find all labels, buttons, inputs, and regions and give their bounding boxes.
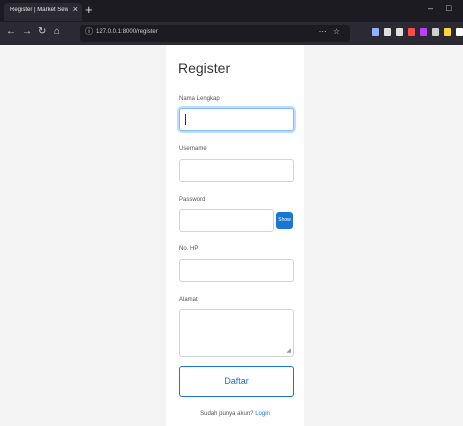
tab-title: Register | Market Sewa — [10, 7, 68, 13]
extension-icon[interactable] — [432, 28, 439, 36]
password-label: Password — [179, 197, 206, 203]
username-input[interactable] — [179, 159, 294, 182]
login-prompt: Sudah punya akun? Login — [166, 411, 304, 417]
password-input[interactable] — [179, 209, 274, 232]
maximize-icon[interactable]: □ — [446, 4, 451, 13]
username-label: Username — [179, 146, 207, 152]
tab-bar: Register | Market Sewa × + – □ — [0, 0, 463, 22]
site-info-icon[interactable]: ⓘ — [85, 28, 93, 36]
extension-icon[interactable] — [456, 28, 463, 36]
reload-icon[interactable]: ↻ — [38, 27, 46, 37]
new-tab-icon[interactable]: + — [85, 3, 93, 16]
home-icon[interactable]: ⌂ — [54, 27, 60, 37]
show-password-button[interactable]: Show — [276, 212, 293, 229]
extension-icon[interactable] — [408, 28, 415, 36]
forward-icon[interactable]: → — [22, 27, 32, 37]
name-label: Nama Lengkap — [179, 96, 220, 102]
minimize-icon[interactable]: – — [428, 4, 433, 13]
phone-label: No. HP — [179, 246, 199, 252]
toolbar-extensions — [372, 28, 463, 36]
login-prompt-text: Sudah punya akun? — [200, 411, 254, 417]
text-caret — [185, 114, 186, 125]
url-text[interactable]: 127.0.0.1:8000/register — [96, 29, 158, 35]
page-viewport: Register Nama Lengkap Username Password … — [0, 45, 463, 426]
navigation-bar: ← → ↻ ⌂ ⓘ 127.0.0.1:8000/register ⋯ ☆ — [0, 22, 463, 45]
phone-input[interactable] — [179, 259, 294, 282]
browser-tab[interactable]: Register | Market Sewa × — [4, 3, 82, 21]
extension-icon[interactable] — [384, 28, 391, 36]
extension-icon[interactable] — [420, 28, 427, 36]
resize-handle-icon[interactable]: ◢ — [286, 348, 291, 354]
address-label: Alamat — [179, 297, 198, 303]
register-card: Register Nama Lengkap Username Password … — [166, 45, 304, 426]
register-button[interactable]: Daftar — [179, 366, 294, 397]
login-link[interactable]: Login — [255, 411, 270, 417]
address-textarea[interactable]: ◢ — [179, 309, 294, 357]
extension-icon[interactable] — [444, 28, 451, 36]
page-actions-icon[interactable]: ⋯ ☆ — [319, 28, 342, 36]
extension-icon[interactable] — [372, 28, 379, 36]
page-title: Register — [178, 60, 231, 76]
extension-icon[interactable] — [396, 28, 403, 36]
address-bar[interactable]: ⓘ 127.0.0.1:8000/register ⋯ ☆ — [80, 25, 350, 42]
close-tab-icon[interactable]: × — [73, 5, 78, 14]
back-icon[interactable]: ← — [6, 27, 16, 37]
name-input[interactable] — [179, 108, 294, 131]
